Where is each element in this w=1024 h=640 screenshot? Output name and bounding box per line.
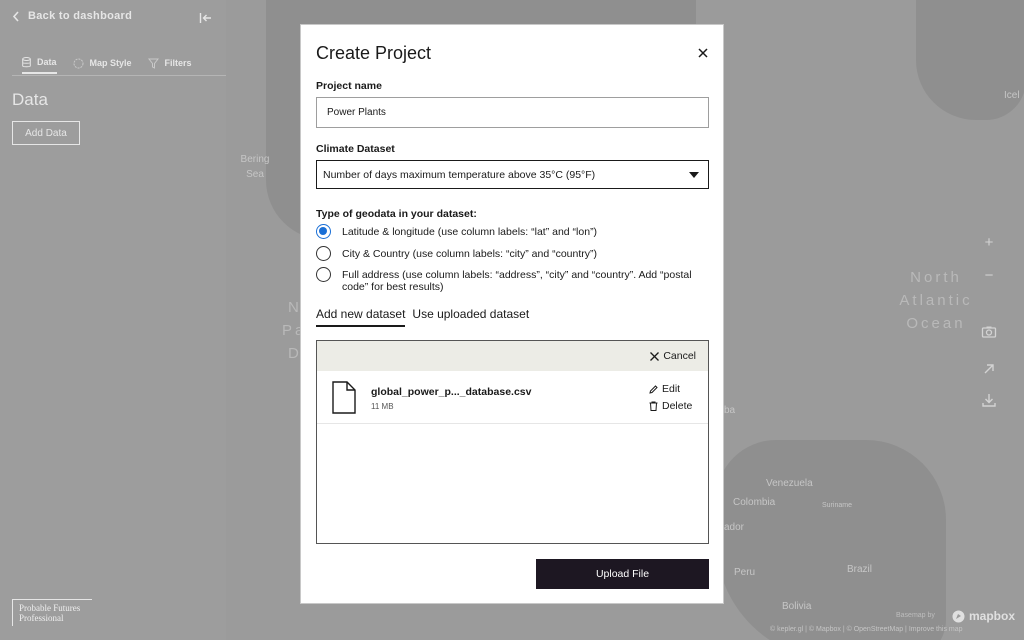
label-ocean-line-3: Ocean xyxy=(906,315,966,332)
tab-filters-label: Filters xyxy=(164,58,192,68)
zoom-out-icon[interactable]: − xyxy=(981,268,997,284)
geodata-option-lat-lon[interactable]: Latitude & longitude (use column labels:… xyxy=(316,224,706,239)
label-ocean-line-1: North xyxy=(910,269,962,286)
trash-icon xyxy=(649,401,658,411)
label-bolivia: Bolivia xyxy=(782,601,812,612)
chevron-left-icon xyxy=(12,10,19,22)
upload-panel-header: Cancel xyxy=(317,341,708,371)
climate-dataset-select[interactable]: Number of days maximum temperature above… xyxy=(316,160,709,189)
palette-icon xyxy=(73,58,84,68)
label-ecuador: ador xyxy=(724,522,745,533)
file-icon xyxy=(332,381,356,414)
climate-dataset-label: Climate Dataset xyxy=(316,143,395,155)
sidebar: Back to dashboard Data Map Style Filters… xyxy=(0,0,226,640)
map-attribution[interactable]: © kepler.gl | © Mapbox | © OpenStreetMap… xyxy=(770,626,963,633)
share-icon[interactable] xyxy=(981,361,997,377)
brand-logo: Probable Futures Professional xyxy=(12,599,92,626)
geodata-option-full-address[interactable]: Full address (use column labels: “addres… xyxy=(316,267,706,293)
back-label: Back to dashboard xyxy=(28,10,133,22)
close-icon xyxy=(650,351,660,361)
tab-map-style[interactable]: Map Style xyxy=(73,52,132,74)
brand-line-2: Professional xyxy=(19,613,64,623)
basemap-by-label: Basemap by xyxy=(896,612,935,619)
radio-city-country[interactable] xyxy=(316,246,331,261)
file-row: global_power_p..._database.csv 11 MB Edi… xyxy=(317,371,708,424)
sidebar-tabs: Data Map Style Filters xyxy=(12,52,226,76)
geodata-option-lat-lon-label: Latitude & longitude (use column labels:… xyxy=(342,226,598,238)
delete-label: Delete xyxy=(662,400,693,412)
upload-panel: Cancel global_power_p..._database.csv 11… xyxy=(316,340,709,544)
tab-map-style-label: Map Style xyxy=(89,58,132,68)
label-ocean-line-2: Atlantic xyxy=(899,292,973,309)
geodata-option-city-country-label: City & Country (use column labels: “city… xyxy=(342,248,597,260)
close-icon[interactable] xyxy=(695,45,711,61)
tab-use-uploaded-dataset[interactable]: Use uploaded dataset xyxy=(412,306,529,327)
upload-file-button[interactable]: Upload File xyxy=(536,559,709,589)
project-name-value: Power Plants xyxy=(327,107,386,118)
label-icel: Icel xyxy=(1004,90,1020,101)
mapbox-wordmark: mapbox xyxy=(969,609,1016,623)
mapbox-icon xyxy=(952,610,965,622)
camera-icon[interactable] xyxy=(981,324,997,340)
brand-line-1: Probable Futures xyxy=(19,603,81,613)
geodata-type-label: Type of geodata in your dataset: xyxy=(316,208,477,220)
label-peru: Peru xyxy=(734,567,756,578)
tab-add-new-dataset[interactable]: Add new dataset xyxy=(316,306,406,327)
mapbox-logo: mapbox xyxy=(952,609,1015,623)
project-name-input[interactable]: Power Plants xyxy=(316,97,709,128)
radio-lat-lon[interactable] xyxy=(316,224,331,239)
cancel-upload-button[interactable]: Cancel xyxy=(649,350,696,362)
file-name: global_power_p..._database.csv xyxy=(371,386,532,398)
file-size: 11 MB xyxy=(371,402,394,411)
edit-label: Edit xyxy=(662,383,681,395)
geodata-option-full-address-label: Full address (use column labels: “addres… xyxy=(342,269,692,293)
create-project-modal: Create Project Project name Power Plants… xyxy=(300,24,724,604)
label-bering-line-2: Sea xyxy=(246,169,264,180)
label-north-atlantic-ocean: North Atlantic Ocean xyxy=(886,266,986,335)
label-colombia: Colombia xyxy=(733,497,776,508)
label-bering-line-1: Bering xyxy=(240,154,270,165)
tab-filters[interactable]: Filters xyxy=(147,52,192,74)
sidebar-title: Data xyxy=(12,90,48,109)
database-icon xyxy=(22,56,31,67)
add-data-button[interactable]: Add Data xyxy=(12,121,80,145)
delete-file-button[interactable]: Delete xyxy=(649,400,692,412)
filter-icon xyxy=(147,58,159,69)
radio-full-address[interactable] xyxy=(316,267,331,282)
label-venezuela: Venezuela xyxy=(766,478,813,489)
label-ba: ba xyxy=(724,405,736,416)
project-name-label: Project name xyxy=(316,80,382,92)
label-brazil: Brazil xyxy=(847,564,873,575)
cancel-label: Cancel xyxy=(663,350,696,362)
pencil-icon xyxy=(649,384,658,394)
climate-dataset-value: Number of days maximum temperature above… xyxy=(323,168,596,181)
land-south-america xyxy=(716,440,946,640)
geodata-option-city-country[interactable]: City & Country (use column labels: “city… xyxy=(316,246,706,261)
label-suriname: Suriname xyxy=(822,502,852,509)
label-bering: Bering Sea xyxy=(232,152,278,182)
zoom-in-icon[interactable]: + xyxy=(981,235,997,251)
modal-title: Create Project xyxy=(316,43,432,63)
collapse-sidebar-icon[interactable] xyxy=(199,12,213,24)
download-icon[interactable] xyxy=(981,392,997,408)
dataset-tabs: Add new dataset Use uploaded dataset xyxy=(316,306,529,327)
tab-data[interactable]: Data xyxy=(22,52,57,74)
tab-data-label: Data xyxy=(37,57,57,67)
caret-down-icon xyxy=(689,171,699,178)
edit-file-button[interactable]: Edit xyxy=(649,383,680,395)
back-to-dashboard-link[interactable]: Back to dashboard xyxy=(12,10,132,22)
